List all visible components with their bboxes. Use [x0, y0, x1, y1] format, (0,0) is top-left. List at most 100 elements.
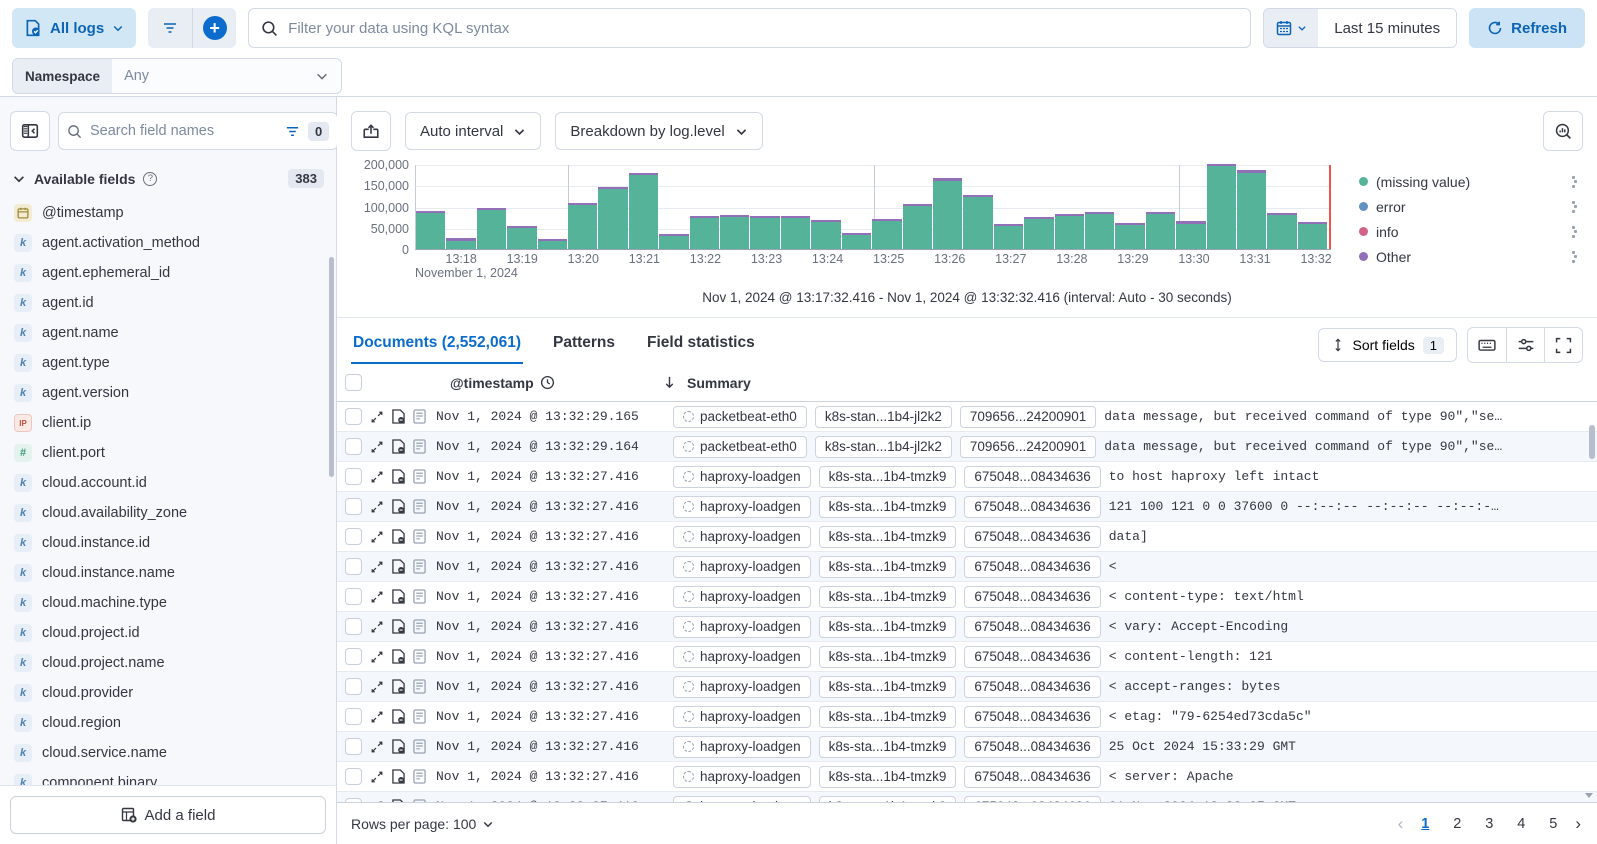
histogram-bar[interactable] [903, 204, 932, 249]
page-number-4[interactable]: 4 [1509, 812, 1533, 836]
histogram-bar[interactable] [598, 187, 627, 249]
view-details-icon[interactable] [413, 769, 426, 784]
explore-in-lens-button[interactable] [1543, 111, 1583, 151]
summary-badge[interactable]: 675048...08434636 [964, 736, 1100, 758]
histogram-bar[interactable] [1085, 212, 1114, 249]
expand-row-icon[interactable] [370, 680, 384, 694]
field-item-cloud.instance.id[interactable]: k cloud.instance.id [0, 528, 336, 558]
data-view-selector[interactable]: All logs [12, 8, 136, 48]
summary-badge[interactable]: k8s-sta...1b4-tmzk9 [819, 616, 957, 638]
summary-badge[interactable]: 675048...08434636 [964, 586, 1100, 608]
view-details-icon[interactable] [413, 499, 426, 514]
histogram-bar[interactable] [842, 233, 871, 249]
histogram-bar[interactable] [720, 215, 749, 249]
field-item-cloud.machine.type[interactable]: k cloud.machine.type [0, 588, 336, 618]
summary-badge[interactable]: haproxy-loadgen [673, 616, 811, 638]
row-checkbox[interactable] [345, 738, 362, 755]
expand-row-icon[interactable] [370, 590, 384, 604]
degraded-doc-icon[interactable] [392, 499, 405, 514]
row-checkbox[interactable] [345, 558, 362, 575]
histogram-bar[interactable] [446, 238, 475, 249]
field-item-agent.version[interactable]: k agent.version [0, 378, 336, 408]
kql-search-bar[interactable] [248, 8, 1251, 48]
row-checkbox[interactable] [345, 618, 362, 635]
histogram-bar[interactable] [1024, 217, 1053, 249]
expand-row-icon[interactable] [370, 560, 384, 574]
expand-row-icon[interactable] [370, 500, 384, 514]
row-checkbox[interactable] [345, 498, 362, 515]
view-details-icon[interactable] [413, 619, 426, 634]
tab-field-statistics[interactable]: Field statistics [645, 326, 757, 364]
summary-badge[interactable]: haproxy-loadgen [673, 556, 811, 578]
expand-row-icon[interactable] [370, 710, 384, 724]
timestamp-column-header[interactable]: @timestamp [450, 375, 534, 391]
histogram-bar[interactable] [933, 178, 962, 249]
sidebar-scrollbar[interactable] [329, 257, 334, 477]
legend-item[interactable]: (missing value) [1359, 169, 1579, 194]
histogram-bar[interactable] [750, 216, 779, 249]
field-item-cloud.project.id[interactable]: k cloud.project.id [0, 618, 336, 648]
histogram-bar[interactable] [690, 216, 719, 249]
summary-badge[interactable]: haproxy-loadgen [673, 766, 811, 788]
time-range-button[interactable]: Last 15 minutes [1318, 9, 1456, 47]
prev-page-icon[interactable]: ‹ [1396, 814, 1406, 834]
histogram-bar[interactable] [659, 234, 688, 249]
summary-badge[interactable]: 675048...08434636 [964, 646, 1100, 668]
page-number-1[interactable]: 1 [1413, 812, 1437, 836]
histogram-bar[interactable] [1267, 213, 1296, 249]
expand-row-icon[interactable] [370, 620, 384, 634]
row-checkbox[interactable] [345, 678, 362, 695]
row-checkbox[interactable] [345, 528, 362, 545]
grid-scrollbar[interactable] [1589, 425, 1595, 459]
summary-badge[interactable]: k8s-sta...1b4-tmzk9 [819, 466, 957, 488]
histogram-bar[interactable] [994, 224, 1023, 250]
calendar-dropdown-button[interactable] [1264, 9, 1318, 47]
degraded-doc-icon[interactable] [392, 679, 405, 694]
chart-plot-area[interactable] [415, 165, 1331, 250]
field-item-component.binary[interactable]: k component.binary [0, 768, 336, 785]
tab-patterns[interactable]: Patterns [551, 326, 617, 364]
view-details-icon[interactable] [413, 529, 426, 544]
field-item-agent.type[interactable]: k agent.type [0, 348, 336, 378]
summary-badge[interactable]: k8s-stan...1b4-jl2k2 [815, 406, 952, 428]
histogram-bar[interactable] [963, 195, 992, 249]
summary-badge[interactable]: k8s-sta...1b4-tmzk9 [819, 586, 957, 608]
degraded-doc-icon[interactable] [392, 619, 405, 634]
field-item-cloud.service.name[interactable]: k cloud.service.name [0, 738, 336, 768]
view-details-icon[interactable] [413, 589, 426, 604]
summary-badge[interactable]: k8s-sta...1b4-tmzk9 [819, 706, 957, 728]
row-checkbox[interactable] [345, 468, 362, 485]
page-number-3[interactable]: 3 [1477, 812, 1501, 836]
legend-item[interactable]: error [1359, 194, 1579, 219]
summary-badge[interactable]: k8s-sta...1b4-tmzk9 [819, 646, 957, 668]
degraded-doc-icon[interactable] [392, 439, 405, 454]
histogram-bar[interactable] [416, 211, 445, 249]
filters-button[interactable] [148, 8, 192, 48]
degraded-doc-icon[interactable] [392, 469, 405, 484]
summary-badge[interactable]: k8s-sta...1b4-tmzk9 [819, 766, 957, 788]
expand-row-icon[interactable] [370, 470, 384, 484]
row-checkbox[interactable] [345, 438, 362, 455]
histogram-bar[interactable] [1237, 170, 1266, 249]
view-details-icon[interactable] [413, 709, 426, 724]
field-item-agent.name[interactable]: k agent.name [0, 318, 336, 348]
namespace-select[interactable]: Namespace Any [12, 58, 342, 94]
view-details-icon[interactable] [413, 469, 426, 484]
chevron-down-icon[interactable] [12, 172, 26, 186]
legend-options-icon[interactable] [1572, 201, 1579, 213]
field-item-agent.id[interactable]: k agent.id [0, 288, 336, 318]
view-details-icon[interactable] [413, 559, 426, 574]
summary-badge[interactable]: 675048...08434636 [964, 466, 1100, 488]
degraded-doc-icon[interactable] [392, 769, 405, 784]
field-search[interactable]: 0 [58, 112, 338, 150]
summary-badge[interactable]: haproxy-loadgen [673, 496, 811, 518]
page-number-5[interactable]: 5 [1541, 812, 1565, 836]
legend-options-icon[interactable] [1572, 226, 1579, 238]
summary-badge[interactable]: 675048...08434636 [964, 676, 1100, 698]
field-item-agent.activation_method[interactable]: k agent.activation_method [0, 228, 336, 258]
summary-badge[interactable]: 675048...08434636 [964, 616, 1100, 638]
degraded-doc-icon[interactable] [392, 589, 405, 604]
next-page-icon[interactable]: › [1573, 814, 1583, 834]
help-icon[interactable]: ? [143, 172, 157, 186]
summary-badge[interactable]: haproxy-loadgen [673, 676, 811, 698]
